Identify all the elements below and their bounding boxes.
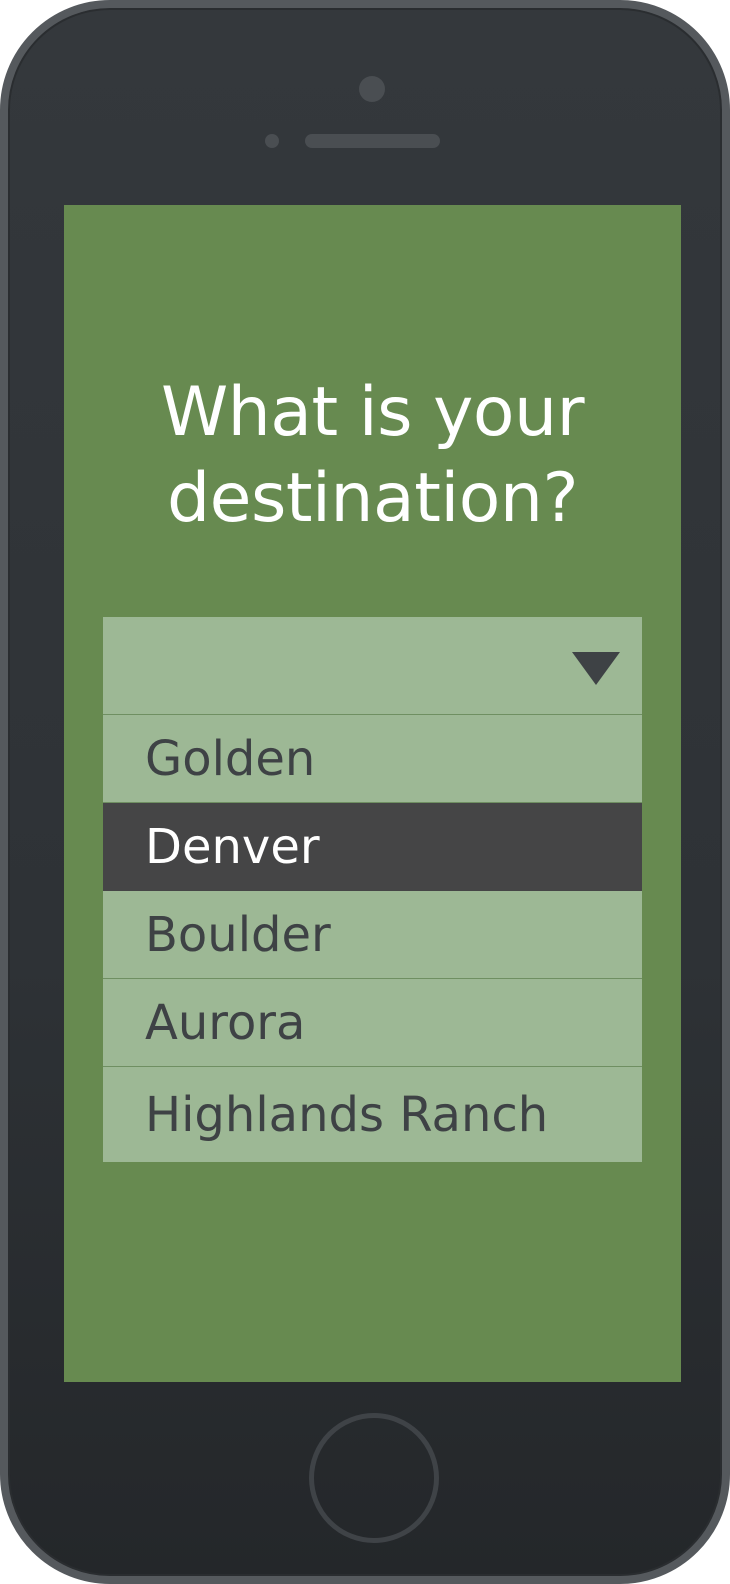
earpiece-speaker — [305, 134, 440, 148]
dropdown-option-denver[interactable]: Denver — [103, 803, 642, 891]
dropdown-toggle[interactable] — [103, 617, 642, 715]
phone-frame: What is your destination? Golden Denver … — [0, 0, 730, 1584]
app-screen: What is your destination? Golden Denver … — [64, 205, 681, 1382]
proximity-sensor — [265, 134, 279, 148]
caret-down-icon[interactable] — [572, 652, 620, 685]
dropdown-option-boulder[interactable]: Boulder — [103, 891, 642, 979]
home-button[interactable] — [309, 1413, 439, 1543]
page-title: What is your destination? — [160, 373, 585, 538]
destination-dropdown[interactable]: Golden Denver Boulder Aurora Highlands R… — [103, 617, 642, 1162]
front-camera — [359, 76, 385, 102]
dropdown-option-highlands-ranch[interactable]: Highlands Ranch — [103, 1067, 642, 1162]
dropdown-option-aurora[interactable]: Aurora — [103, 979, 642, 1067]
dropdown-option-golden[interactable]: Golden — [103, 715, 642, 803]
